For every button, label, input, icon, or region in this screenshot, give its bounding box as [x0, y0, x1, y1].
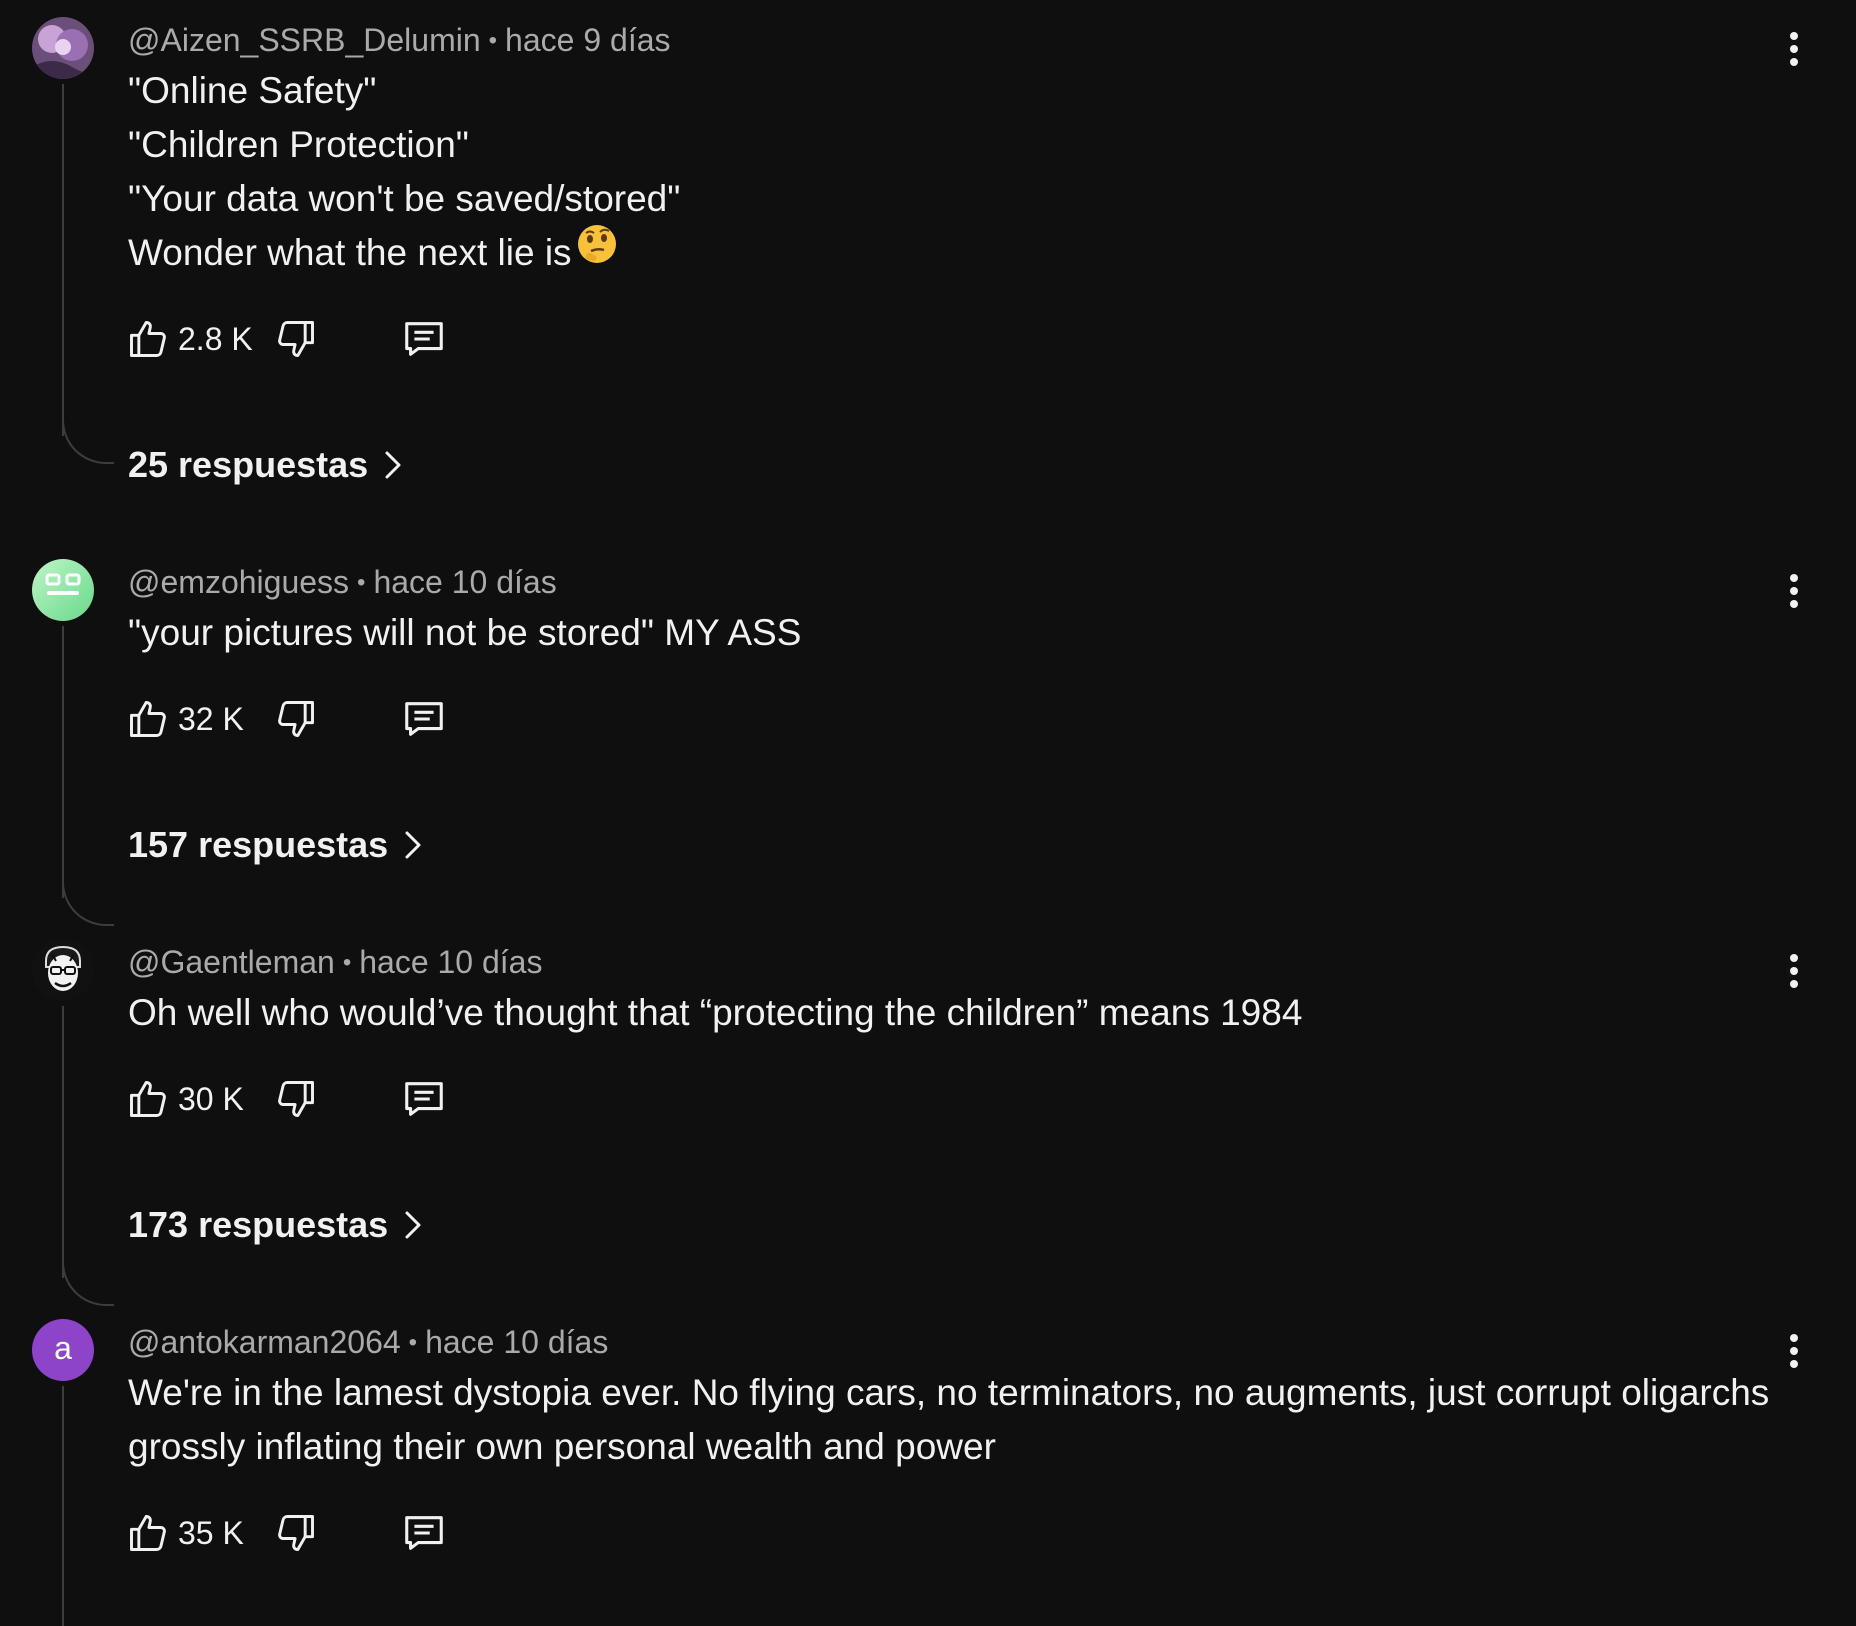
- comment-author[interactable]: @antokarman2064: [128, 1324, 401, 1360]
- avatar[interactable]: [32, 17, 94, 79]
- comment-author[interactable]: @Gaentleman: [128, 944, 335, 980]
- reply-button[interactable]: [400, 311, 448, 367]
- view-replies-button[interactable]: 25 respuestas: [128, 440, 404, 490]
- chevron-right-icon: [405, 831, 421, 859]
- like-button[interactable]: [124, 691, 172, 747]
- comment-time[interactable]: hace 10 días: [373, 564, 556, 600]
- comment-icon: [405, 702, 443, 736]
- avatar[interactable]: [32, 559, 94, 621]
- thumb-down-icon: [278, 1515, 314, 1551]
- comment-author[interactable]: @emzohiguess: [128, 564, 349, 600]
- replies-count: 173 respuestas: [128, 1204, 389, 1245]
- avatar[interactable]: [32, 939, 94, 1001]
- avatar[interactable]: a: [32, 1319, 94, 1381]
- thread-curve: [62, 1262, 114, 1306]
- thread-line: [62, 1386, 64, 1626]
- thumb-down-icon: [278, 321, 314, 357]
- like-button[interactable]: [124, 311, 172, 367]
- like-count: 2.8 K: [178, 321, 253, 357]
- replies-count: 25 respuestas: [128, 444, 369, 485]
- more-options-icon[interactable]: [1774, 951, 1814, 991]
- thumb-down-icon: [278, 701, 314, 737]
- like-button[interactable]: [124, 1071, 172, 1127]
- comment-time[interactable]: hace 10 días: [425, 1324, 608, 1360]
- like-count: 32 K: [178, 701, 244, 737]
- dislike-button[interactable]: [272, 1505, 320, 1561]
- like-count: 35 K: [178, 1515, 244, 1551]
- comment-text: Oh well who would’ve thought that “prote…: [128, 992, 1303, 1033]
- reply-button[interactable]: [400, 1071, 448, 1127]
- comment-meta: @Gaentleman • hace 10 días: [128, 944, 543, 980]
- thinking-face-icon: [576, 223, 618, 280]
- dislike-button[interactable]: [272, 311, 320, 367]
- thumb-down-icon: [278, 1081, 314, 1117]
- thumb-up-icon: [130, 701, 166, 737]
- comment-meta: @emzohiguess • hace 10 días: [128, 564, 557, 600]
- more-options-icon[interactable]: [1774, 29, 1814, 69]
- comment-meta: @antokarman2064 • hace 10 días: [128, 1324, 609, 1360]
- thumb-up-icon: [130, 321, 166, 357]
- thread-line: [62, 626, 64, 898]
- avatar-letter: a: [54, 1330, 72, 1366]
- thread-curve: [62, 882, 114, 926]
- reply-button[interactable]: [400, 691, 448, 747]
- comment-icon: [405, 1516, 443, 1550]
- dislike-button[interactable]: [272, 691, 320, 747]
- dislike-button[interactable]: [272, 1071, 320, 1127]
- comment-meta: @Aizen_SSRB_Delumin • hace 9 días: [128, 22, 671, 58]
- comment-time[interactable]: hace 10 días: [359, 944, 542, 980]
- view-replies-button[interactable]: 173 respuestas: [128, 1200, 424, 1250]
- chevron-right-icon: [385, 451, 401, 479]
- thumb-up-icon: [130, 1515, 166, 1551]
- replies-count: 157 respuestas: [128, 824, 389, 865]
- comment-icon: [405, 1082, 443, 1116]
- comment-text: We're in the lamest dystopia ever. No fl…: [128, 1372, 1770, 1467]
- more-options-icon[interactable]: [1774, 1331, 1814, 1371]
- view-replies-button[interactable]: 157 respuestas: [128, 820, 424, 870]
- like-count: 30 K: [178, 1081, 244, 1117]
- thread-line: [62, 84, 64, 436]
- reply-button[interactable]: [400, 1505, 448, 1561]
- comment-time[interactable]: hace 9 días: [505, 22, 670, 58]
- chevron-right-icon: [405, 1211, 421, 1239]
- comment-author[interactable]: @Aizen_SSRB_Delumin: [128, 22, 481, 58]
- comment-text-wrap: "Online Safety" "Children Protection" "Y…: [128, 64, 1768, 284]
- like-button[interactable]: [124, 1505, 172, 1561]
- thumb-up-icon: [130, 1081, 166, 1117]
- thread-curve: [62, 420, 114, 464]
- more-options-icon[interactable]: [1774, 571, 1814, 611]
- comment-text: "your pictures will not be stored" MY AS…: [128, 612, 802, 653]
- thread-line: [62, 1006, 64, 1278]
- comment-icon: [405, 322, 443, 356]
